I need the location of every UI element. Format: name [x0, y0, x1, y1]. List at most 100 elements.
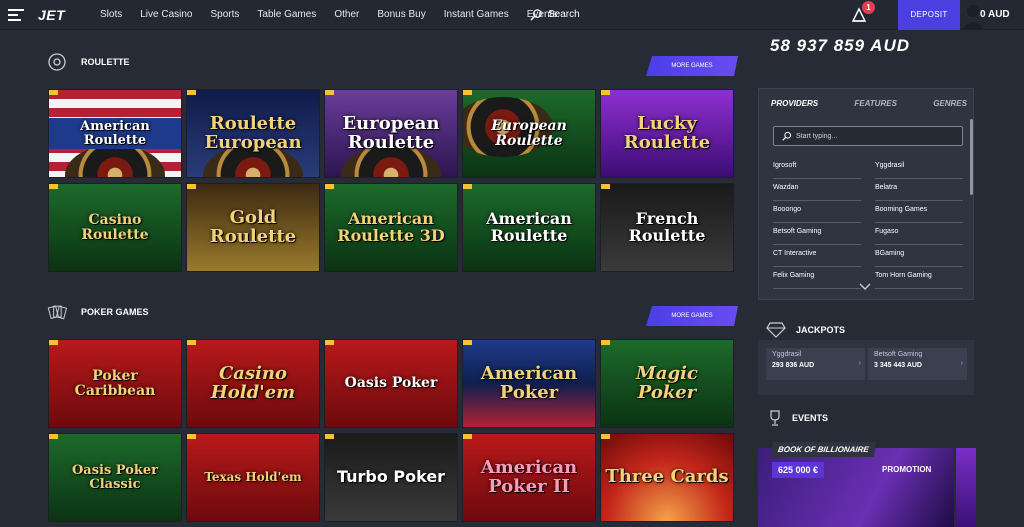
provider-item[interactable]: Igrosoft	[773, 157, 861, 179]
game-title: Lucky Roulette	[623, 112, 711, 153]
game-tile[interactable]: American Roulette 3D	[324, 183, 458, 272]
game-title: American Poker	[480, 362, 578, 403]
nav-table-games[interactable]: Table Games	[257, 9, 316, 20]
roulette-section-title: ROULETTE	[81, 57, 130, 67]
game-tile[interactable]: Poker Caribbean	[48, 339, 182, 428]
nav-bonus-buy[interactable]: Bonus Buy	[377, 9, 425, 20]
diamond-icon	[766, 322, 786, 338]
nav-slots[interactable]: Slots	[100, 9, 122, 20]
game-tile[interactable]: Oasis Poker Classic	[48, 433, 182, 522]
chevron-right-icon: ›	[960, 360, 963, 367]
game-tile[interactable]: Texas Hold'em	[186, 433, 320, 522]
game-title: American Roulette 3D	[337, 208, 445, 245]
game-title: American Roulette	[486, 208, 572, 245]
providers-panel: PROVIDERS FEATURES GENRES Start typing..…	[758, 88, 974, 300]
nav-live-casino[interactable]: Live Casino	[140, 9, 192, 20]
deposit-button[interactable]: DEPOSIT	[898, 0, 960, 30]
chevron-right-icon: ›	[858, 360, 861, 367]
game-tile[interactable]: Casino Roulette	[48, 183, 182, 272]
provider-item[interactable]: Tom Horn Gaming	[875, 267, 963, 289]
game-title: French Roulette	[628, 208, 706, 245]
promotion-amount: 625 000 €	[772, 462, 825, 478]
roulette-more-games-button[interactable]: MORE GAMES	[646, 56, 738, 76]
jackpot-provider: Betsoft Gaming	[874, 351, 923, 358]
jackpot-amount: 3 345 443 AUD	[874, 362, 922, 369]
jackpot-provider: Yggdrasil	[772, 351, 802, 358]
game-tile[interactable]: Lucky Roulette	[600, 89, 734, 178]
game-tile[interactable]: European Roulette	[324, 89, 458, 178]
provider-item[interactable]: Booming Games	[875, 201, 963, 223]
jackpot-card[interactable]: Betsoft Gaming 3 345 443 AUD ›	[868, 348, 967, 380]
game-title: Poker Caribbean	[74, 367, 156, 399]
search-button[interactable]: Search	[530, 8, 580, 21]
poker-games-grid: Poker Caribbean Casino Hold'em Oasis Pok…	[48, 339, 734, 522]
nav-instant-games[interactable]: Instant Games	[444, 9, 509, 20]
provider-list-scrollbar[interactable]	[970, 119, 973, 195]
chevron-down-icon[interactable]	[859, 283, 871, 291]
game-title: European Roulette	[491, 117, 567, 149]
game-tile[interactable]: American Poker II	[462, 433, 596, 522]
jackpots-header: JACKPOTS	[766, 322, 845, 338]
provider-item[interactable]: Betsoft Gaming	[773, 223, 861, 245]
game-tile[interactable]: Casino Hold'em	[186, 339, 320, 428]
game-title: American Roulette	[49, 117, 181, 150]
game-title: American Poker II	[480, 456, 578, 497]
game-title: Casino Roulette	[81, 211, 149, 243]
provider-search-input[interactable]: Start typing...	[773, 126, 963, 146]
next-promotion-banner[interactable]	[956, 448, 976, 527]
playing-cards-icon	[47, 305, 67, 320]
game-title: Magic Poker	[636, 362, 698, 403]
nav-other[interactable]: Other	[334, 9, 359, 20]
menu-icon[interactable]	[8, 9, 24, 21]
provider-search-placeholder: Start typing...	[796, 132, 838, 140]
jackpots-panel: Yggdrasil 293 836 AUD › Betsoft Gaming 3…	[758, 340, 974, 395]
provider-item[interactable]: CT Interactive	[773, 245, 861, 267]
events-header: EVENTS	[768, 410, 828, 426]
promotion-title: BOOK OF BILLIONAIRE	[770, 442, 876, 457]
jackpot-card[interactable]: Yggdrasil 293 836 AUD ›	[766, 348, 865, 380]
provider-list: Igrosoft Yggdrasil Wazdan Belatra Booong…	[773, 157, 963, 289]
game-title: Roulette European	[204, 112, 302, 153]
tab-genres[interactable]: GENRES	[933, 99, 967, 108]
game-tile[interactable]: Magic Poker	[600, 339, 734, 428]
game-title: Casino Hold'em	[210, 362, 296, 403]
game-title: Turbo Poker	[336, 467, 446, 487]
provider-item[interactable]: Yggdrasil	[875, 157, 963, 179]
poker-more-games-button[interactable]: MORE GAMES	[646, 306, 738, 326]
provider-item[interactable]: Wazdan	[773, 179, 861, 201]
roulette-games-grid: American Roulette Roulette European Euro…	[48, 89, 734, 272]
game-tile[interactable]: American Roulette	[48, 89, 182, 178]
game-tile[interactable]: Gold Roulette	[186, 183, 320, 272]
search-label: Search	[548, 9, 580, 20]
jackpots-title: JACKPOTS	[796, 325, 846, 335]
trophy-icon	[770, 410, 780, 426]
provider-item[interactable]: Booongo	[773, 201, 861, 223]
game-tile[interactable]: Roulette European	[186, 89, 320, 178]
poker-section-title: POKER GAMES	[81, 307, 149, 317]
game-tile[interactable]: Three Cards	[600, 433, 734, 522]
header-balance[interactable]: 0 AUD	[980, 9, 1010, 20]
roulette-section-header: ROULETTE	[47, 52, 130, 72]
game-tile[interactable]: American Roulette	[462, 183, 596, 272]
tab-providers[interactable]: PROVIDERS	[771, 99, 818, 108]
game-tile[interactable]: Oasis Poker	[324, 339, 458, 428]
game-tile[interactable]: European Roulette	[462, 89, 596, 178]
tab-features[interactable]: FEATURES	[854, 99, 897, 108]
game-title: Three Cards	[605, 466, 729, 488]
game-title: Texas Hold'em	[204, 470, 302, 485]
provider-item[interactable]: BGaming	[875, 245, 963, 267]
provider-item[interactable]: Felix Gaming	[773, 267, 861, 289]
events-title: EVENTS	[792, 413, 829, 423]
filter-tabs: PROVIDERS FEATURES GENRES	[771, 99, 967, 108]
site-logo[interactable]: JET	[38, 7, 65, 23]
game-title: Oasis Poker	[344, 375, 438, 392]
nav-sports[interactable]: Sports	[211, 9, 240, 20]
provider-item[interactable]: Fugaso	[875, 223, 963, 245]
provider-item[interactable]: Belatra	[875, 179, 963, 201]
game-tile[interactable]: French Roulette	[600, 183, 734, 272]
promotion-label: PROMOTION	[882, 465, 932, 474]
jackpot-amount: 293 836 AUD	[772, 362, 815, 369]
game-tile[interactable]: Turbo Poker	[324, 433, 458, 522]
promotion-banner[interactable]	[758, 448, 954, 527]
game-tile[interactable]: American Poker	[462, 339, 596, 428]
